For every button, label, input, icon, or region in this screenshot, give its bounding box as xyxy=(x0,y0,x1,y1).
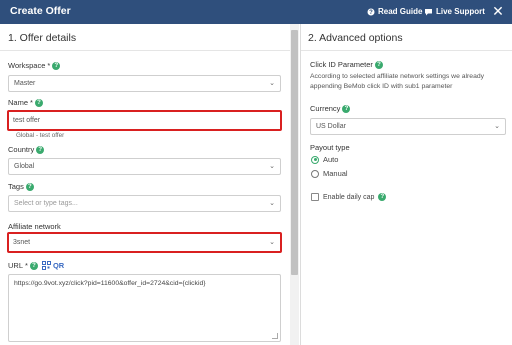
currency-label: Currency ? xyxy=(310,104,351,113)
resize-handle[interactable] xyxy=(272,333,278,339)
section-divider xyxy=(301,50,512,51)
live-support-label: Live Support xyxy=(436,7,485,16)
click-id-description: According to selected affiliate network … xyxy=(310,73,485,90)
modal-header: Create Offer ? Read Guide Live Support ✕ xyxy=(0,0,512,24)
radio-selected-icon xyxy=(311,155,319,164)
advanced-options-title: 2. Advanced options xyxy=(308,32,403,44)
qr-link[interactable]: QR xyxy=(53,261,64,270)
chevron-down-icon: ⌄ xyxy=(269,200,275,207)
name-input[interactable]: test offer xyxy=(7,110,282,131)
chevron-down-icon: ⌄ xyxy=(269,163,275,170)
help-icon[interactable]: ? xyxy=(34,98,43,107)
read-guide-label: Read Guide xyxy=(378,7,423,16)
help-icon[interactable]: ? xyxy=(29,261,38,270)
help-icon[interactable]: ? xyxy=(378,193,387,201)
live-support-link[interactable]: Live Support xyxy=(424,7,485,16)
tags-label: Tags ? xyxy=(8,182,34,191)
currency-select[interactable]: US Dollar ⌄ xyxy=(310,118,506,135)
daily-cap-checkbox[interactable]: Enable daily cap ? xyxy=(311,193,387,201)
help-icon[interactable]: ? xyxy=(342,104,351,113)
checkbox-icon xyxy=(311,193,319,201)
help-icon[interactable]: ? xyxy=(374,60,383,69)
offer-details-title: 1. Offer details xyxy=(8,32,77,44)
country-select[interactable]: Global ⌄ xyxy=(8,158,281,175)
read-guide-link[interactable]: ? Read Guide xyxy=(367,7,422,16)
country-label: Country ? xyxy=(8,145,45,154)
name-label: Name * ? xyxy=(8,98,43,107)
url-textarea[interactable]: https://go.9vot.xyz/click?pid=11600&offe… xyxy=(8,274,281,342)
help-icon[interactable]: ? xyxy=(25,182,34,191)
help-circle-icon: ? xyxy=(367,8,375,16)
help-icon[interactable]: ? xyxy=(52,61,61,70)
payout-manual-radio[interactable]: Manual xyxy=(311,169,348,178)
workspace-label: Workspace * ? xyxy=(8,61,61,70)
tags-input[interactable]: Select or type tags... ⌄ xyxy=(8,195,281,212)
chevron-down-icon: ⌄ xyxy=(269,239,275,246)
payout-auto-radio[interactable]: Auto xyxy=(311,155,338,164)
svg-text:?: ? xyxy=(369,10,373,16)
close-icon[interactable]: ✕ xyxy=(490,2,506,20)
payout-type-label: Payout type xyxy=(310,143,350,152)
section-divider xyxy=(0,50,290,51)
scrollbar-thumb[interactable] xyxy=(291,30,298,275)
qr-code-icon[interactable] xyxy=(41,261,51,270)
chat-bubble-icon xyxy=(425,8,432,15)
click-id-label: Click ID Parameter ? xyxy=(310,60,383,69)
help-icon[interactable]: ? xyxy=(36,145,45,154)
url-label: URL * ? QR xyxy=(8,261,65,270)
workspace-select[interactable]: Master ⌄ xyxy=(8,75,281,92)
name-preview-hint: Global - test offer xyxy=(16,132,65,139)
affiliate-network-label: Affiliate network xyxy=(8,222,61,231)
modal-title: Create Offer xyxy=(10,5,71,17)
radio-unselected-icon xyxy=(311,169,319,178)
affiliate-network-select[interactable]: 3snet ⌄ xyxy=(7,232,282,253)
chevron-down-icon: ⌄ xyxy=(494,123,500,130)
chevron-down-icon: ⌄ xyxy=(269,80,275,87)
